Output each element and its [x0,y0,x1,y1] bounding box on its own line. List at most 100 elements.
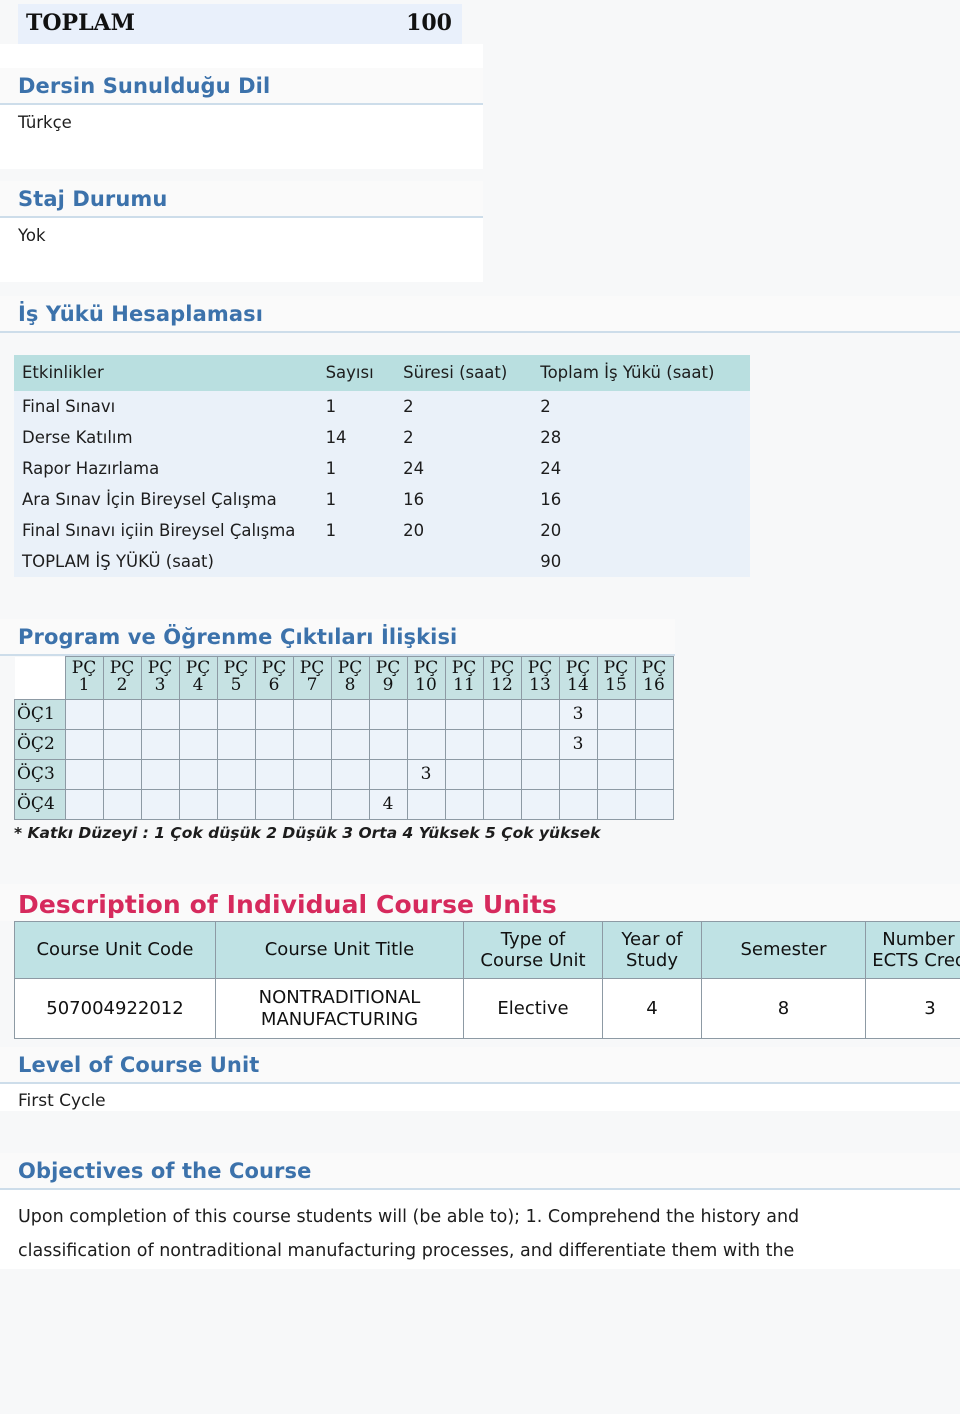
matrix-cell [217,699,255,729]
pc-number: 16 [636,677,673,694]
matrix-cell [179,789,217,819]
matrix-cell [103,759,141,789]
matrix-cell [255,729,293,759]
table-row: Final Sınavı içiin Bireysel Çalışma 1 20… [14,515,750,546]
gap-before-matrix [0,577,960,619]
workload-duration: 20 [395,515,532,546]
workload-total: 2 [532,391,750,422]
objectives-heading: Objectives of the Course [0,1153,960,1190]
matrix-cell [141,789,179,819]
cell-semester: 8 [702,979,866,1039]
workload-heading: İş Yükü Hesaplaması [0,296,960,333]
matrix-cell: 3 [559,729,597,759]
matrix-heading-wrap: Program ve Öğrenme Çıktıları İlişkisi [0,619,675,656]
matrix-cell [445,789,483,819]
matrix-cell [217,789,255,819]
workload-total: 28 [532,422,750,453]
matrix-row: ÖÇ4 4 [15,789,674,819]
matrix-contribution-note: * Katkı Düzeyi : 1 Çok düşük 2 Düşük 3 O… [0,820,960,842]
pc-number: 15 [598,677,635,694]
matrix-col-pc-14: PÇ14 [559,657,597,700]
course-units-table: Course Unit Code Course Unit Title Type … [14,921,960,1040]
matrix-cell [483,699,521,729]
matrix-col-pc-8: PÇ8 [331,657,369,700]
matrix-col-pc-15: PÇ15 [597,657,635,700]
workload-activity: TOPLAM İŞ YÜKÜ (saat) [14,546,318,577]
workload-total: 24 [532,453,750,484]
matrix-cell [407,699,445,729]
matrix-cell [179,759,217,789]
workload-activity: Rapor Hazırlama [14,453,318,484]
internship-heading: Staj Durumu [0,181,483,218]
matrix-cell [483,729,521,759]
matrix-col-pc-2: PÇ2 [103,657,141,700]
pc-number: 6 [256,677,293,694]
workload-col-duration: Süresi (saat) [395,355,532,391]
workload-activity: Derse Katılım [14,422,318,453]
cell-course-unit-title: NONTRADITIONAL MANUFACTURING [216,979,464,1039]
matrix-row: ÖÇ1 3 [15,699,674,729]
matrix-cell [597,729,635,759]
pc-number: 11 [446,677,483,694]
workload-activity: Ara Sınav İçin Bireysel Çalışma [14,484,318,515]
matrix-cell [521,759,559,789]
matrix-cell [255,759,293,789]
language-heading: Dersin Sunulduğu Dil [0,68,483,105]
matrix-cell [369,759,407,789]
matrix-cell [521,699,559,729]
workload-table: Etkinlikler Sayısı Süresi (saat) Toplam … [14,355,750,577]
matrix-col-pc-7: PÇ7 [293,657,331,700]
matrix-cell [179,729,217,759]
matrix-cell [217,729,255,759]
workload-count [318,546,396,577]
matrix-col-pc-9: PÇ9 [369,657,407,700]
matrix-row-label-oc1: ÖÇ1 [15,699,66,729]
col-year-of-study: Year of Study [603,921,702,978]
matrix-row-label-oc3: ÖÇ3 [15,759,66,789]
workload-duration: 16 [395,484,532,515]
matrix-cell [255,789,293,819]
matrix-cell [103,699,141,729]
table-row: 507004922012 NONTRADITIONAL MANUFACTURIN… [15,979,960,1039]
matrix-cell [331,789,369,819]
matrix-cell [559,759,597,789]
matrix-cell [445,699,483,729]
matrix-col-pc-1: PÇ1 [65,657,103,700]
workload-header-row: Etkinlikler Sayısı Süresi (saat) Toplam … [14,355,750,391]
pc-number: 12 [484,677,521,694]
matrix-cell [407,729,445,759]
cell-type-of-course-unit: Elective [464,979,603,1039]
workload-total: 20 [532,515,750,546]
matrix-cell [255,699,293,729]
gap-after-language [0,169,483,181]
matrix-col-pc-5: PÇ5 [217,657,255,700]
matrix-cell [293,729,331,759]
objectives-line-2: classification of nontraditional manufac… [18,1234,960,1268]
matrix-cell [521,729,559,759]
table-row: Ara Sınav İçin Bireysel Çalışma 1 16 16 [14,484,750,515]
matrix-row: ÖÇ2 3 [15,729,674,759]
matrix-cell [369,729,407,759]
matrix-cell [65,699,103,729]
course-units-header-row: Course Unit Code Course Unit Title Type … [15,921,960,978]
level-value: First Cycle [0,1084,960,1111]
matrix-cell [445,729,483,759]
description-heading: Description of Individual Course Units [0,884,960,921]
workload-count: 14 [318,422,396,453]
col-course-unit-title: Course Unit Title [216,921,464,978]
workload-duration: 2 [395,422,532,453]
matrix-cell [369,699,407,729]
cell-year-of-study: 4 [603,979,702,1039]
matrix-cell [635,699,673,729]
matrix-col-pc-6: PÇ6 [255,657,293,700]
matrix-cell [293,759,331,789]
course-units-table-wrap: Course Unit Code Course Unit Title Type … [0,921,960,1040]
matrix-cell [407,789,445,819]
matrix-cell [65,759,103,789]
matrix-table-wrap: PÇ1 PÇ2 PÇ3 PÇ4 PÇ5 PÇ6 PÇ7 PÇ8 PÇ9 PÇ10… [0,656,960,820]
objectives-line-1: Upon completion of this course students … [18,1200,960,1234]
outcomes-matrix-table: PÇ1 PÇ2 PÇ3 PÇ4 PÇ5 PÇ6 PÇ7 PÇ8 PÇ9 PÇ10… [14,656,674,820]
pc-number: 8 [332,677,369,694]
matrix-col-pc-12: PÇ12 [483,657,521,700]
pc-number: 9 [370,677,407,694]
